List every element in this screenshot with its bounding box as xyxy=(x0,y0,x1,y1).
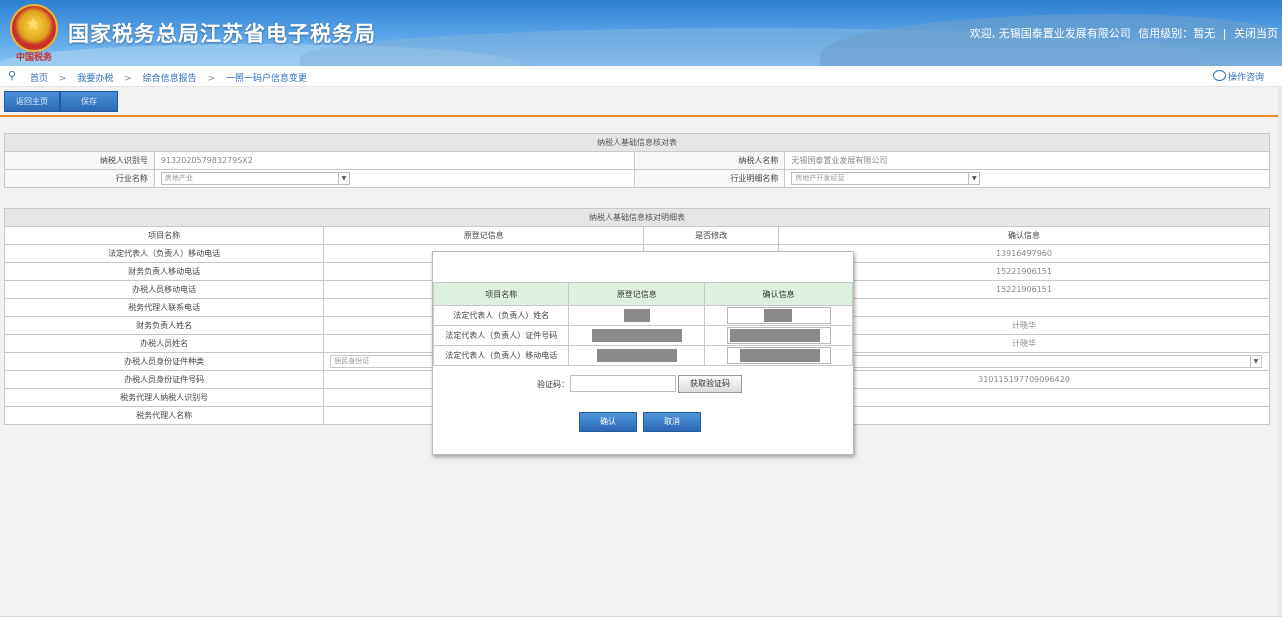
chevron-down-icon: ▼ xyxy=(1249,356,1261,367)
header-banner: ★ 中国税务 国家税务总局江苏省电子税务局 欢迎, 无锡国泰置业发展有限公司 信… xyxy=(0,0,1282,66)
table-row: 法定代表人（负责人）证件号码 xyxy=(432,325,853,346)
row-name: 税务代理人名称 xyxy=(3,406,325,425)
breadcrumb: ⚲ 首页 > 我要办税 > 综合信息报告 > 一照一码户信息变更 操作咨询 xyxy=(0,66,1282,87)
taxpayer-id-label: 纳税人识别号 xyxy=(4,151,155,170)
masked-value xyxy=(623,309,650,322)
help-label: 操作咨询 xyxy=(1227,73,1264,83)
captcha-row: 验证码： 获取验证码 xyxy=(433,375,853,395)
row-name: 财务负责人移动电话 xyxy=(3,262,325,281)
row-name: 税务代理人纳税人识别号 xyxy=(3,388,325,407)
industry-detail-select-value: 房地产开发经营 xyxy=(795,174,845,182)
row-name: 税务代理人联系电话 xyxy=(3,298,325,317)
dialog-row-confirm xyxy=(704,325,853,346)
row-name: 办税人员身份证件号码 xyxy=(3,370,325,389)
industry-cell: 房地产业 ▼ xyxy=(153,169,636,188)
captcha-label: 验证码： xyxy=(537,380,569,389)
breadcrumb-home[interactable]: 首页 xyxy=(30,74,48,84)
dialog-row-name: 法定代表人（负责人）姓名 xyxy=(432,305,570,326)
page-footer xyxy=(0,616,1282,627)
industry-detail-label: 行业明细名称 xyxy=(634,169,786,188)
taxpayer-name-value: 无锡国泰置业发展有限公司 xyxy=(784,151,1270,170)
taxpayer-name-label: 纳税人名称 xyxy=(634,151,786,170)
confirm-button[interactable]: 确认 xyxy=(579,412,637,432)
dialog-row-orig xyxy=(568,345,706,366)
breadcrumb-current[interactable]: 一照一码户信息变更 xyxy=(226,74,307,84)
dialog-header-confirm: 确认信息 xyxy=(704,282,853,306)
masked-value xyxy=(596,349,677,362)
headset-icon xyxy=(1212,70,1226,81)
dialog-row-orig xyxy=(568,305,706,326)
breadcrumb-sep: > xyxy=(58,74,67,84)
site-title: 国家税务总局江苏省电子税务局 xyxy=(68,22,376,46)
chevron-down-icon: ▼ xyxy=(337,173,349,184)
close-page-link[interactable]: 关闭当页 xyxy=(1234,27,1278,40)
back-home-button[interactable]: 返回主页 xyxy=(4,91,60,112)
taxpayer-id-value: 913202057983279SX2 xyxy=(153,151,636,170)
industry-select[interactable]: 房地产业 ▼ xyxy=(160,172,350,185)
dialog-row-name: 法定代表人（负责人）证件号码 xyxy=(432,325,570,346)
captcha-input[interactable] xyxy=(570,375,676,392)
location-pin-icon: ⚲ xyxy=(8,69,17,82)
dialog-header-orig: 原登记信息 xyxy=(568,282,706,306)
dialog-row-confirm xyxy=(704,345,853,366)
table-row: 法定代表人（负责人）姓名 xyxy=(432,305,853,326)
verify-dialog: 项目名称 原登记信息 确认信息 法定代表人（负责人）姓名 法定代表人（负责人）证… xyxy=(432,251,854,455)
breadcrumb-sep: > xyxy=(124,74,132,84)
row-name: 财务负责人姓名 xyxy=(3,316,325,335)
breadcrumb-report[interactable]: 综合信息报告 xyxy=(143,74,197,84)
confirm-input[interactable] xyxy=(726,347,831,364)
emblem-star-icon: ★ xyxy=(26,14,41,33)
confirm-input[interactable] xyxy=(726,307,831,324)
masked-value xyxy=(591,329,682,342)
basic-info-table: 纳税人基础信息核对表 纳税人识别号 913202057983279SX2 纳税人… xyxy=(4,133,1270,188)
col-header-modify: 是否修改 xyxy=(643,226,779,245)
breadcrumb-sep: > xyxy=(207,74,216,84)
col-header-confirm: 确认信息 xyxy=(777,226,1271,245)
chevron-down-icon: ▼ xyxy=(968,173,979,184)
save-button[interactable]: 保存 xyxy=(60,91,118,112)
page-scrollbar[interactable] xyxy=(1278,87,1282,616)
row-name: 办税人员姓名 xyxy=(3,334,325,353)
help-link[interactable]: 操作咨询 xyxy=(1212,70,1264,83)
industry-select-value: 房地产业 xyxy=(164,174,193,182)
row-name: 法定代表人（负责人）移动电话 xyxy=(3,244,325,263)
get-code-button[interactable]: 获取验证码 xyxy=(678,375,742,393)
masked-value xyxy=(729,329,820,342)
detail-title: 纳税人基础信息核对明细表 xyxy=(4,208,1270,227)
industry-label: 行业名称 xyxy=(4,169,155,188)
credit-level: 信用级别：暂无 xyxy=(1138,27,1216,40)
col-header-name: 项目名称 xyxy=(3,226,325,245)
row-name: 办税人员移动电话 xyxy=(3,280,325,299)
dialog-header-name: 项目名称 xyxy=(432,282,570,306)
divider: | xyxy=(1222,27,1227,40)
cancel-button[interactable]: 取消 xyxy=(643,412,701,432)
industry-detail-cell: 房地产开发经营 ▼ xyxy=(784,169,1270,188)
id-type-value: 居民身份证 xyxy=(334,357,370,365)
user-info: 欢迎, 无锡国泰置业发展有限公司 信用级别：暂无 | 关闭当页 xyxy=(966,25,1278,41)
dialog-table: 项目名称 原登记信息 确认信息 法定代表人（负责人）姓名 法定代表人（负责人）证… xyxy=(432,282,853,366)
col-header-orig: 原登记信息 xyxy=(323,226,645,245)
confirm-id-type-select[interactable]: ▼ xyxy=(784,355,1262,368)
dialog-row-orig xyxy=(568,325,706,346)
breadcrumb-tax[interactable]: 我要办税 xyxy=(77,74,113,84)
masked-value xyxy=(763,309,792,322)
welcome-text: 欢迎, 无锡国泰置业发展有限公司 xyxy=(969,27,1131,40)
table-row: 法定代表人（负责人）移动电话 xyxy=(432,345,853,366)
row-name: 办税人员身份证件种类 xyxy=(3,352,325,371)
masked-value xyxy=(739,349,820,362)
industry-detail-select[interactable]: 房地产开发经营 ▼ xyxy=(791,172,981,185)
confirm-input[interactable] xyxy=(726,327,831,344)
emblem-label: 中国税务 xyxy=(15,53,52,63)
basic-info-title: 纳税人基础信息核对表 xyxy=(4,133,1270,152)
dialog-row-confirm xyxy=(704,305,853,326)
dialog-row-name: 法定代表人（负责人）移动电话 xyxy=(432,345,570,366)
toolbar: 返回主页 保存 xyxy=(0,87,1282,117)
